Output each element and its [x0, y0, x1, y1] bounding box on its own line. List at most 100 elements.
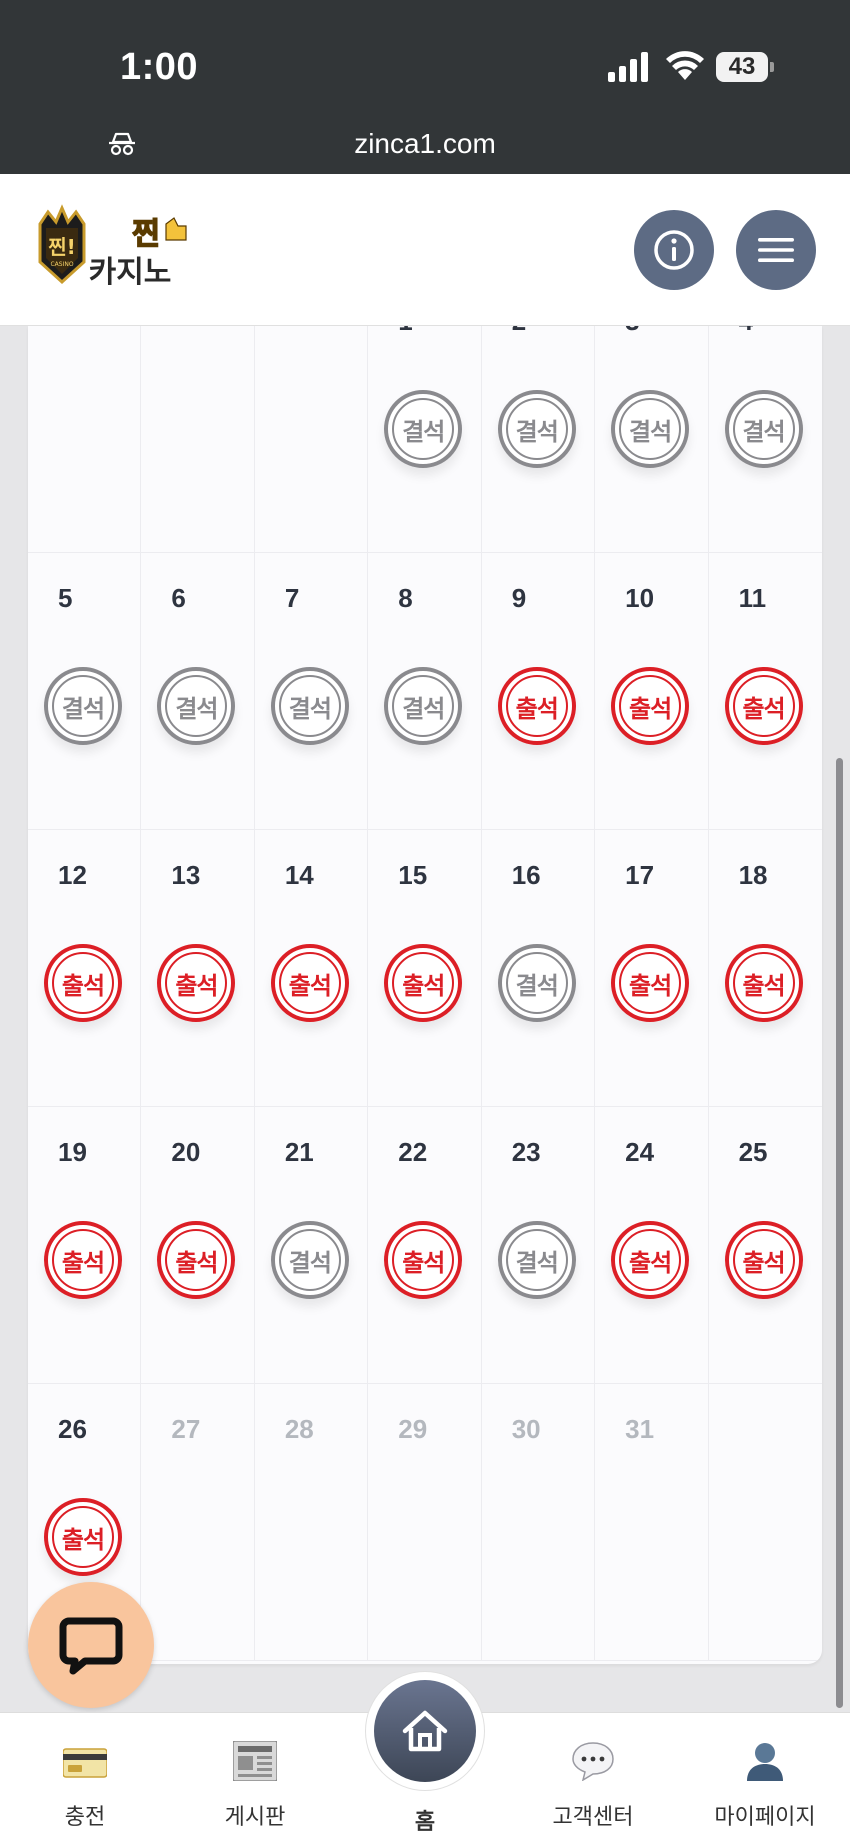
- day-number: 24: [625, 1137, 655, 1167]
- calendar-day-14: 14 출석: [254, 830, 369, 1107]
- attendance-stamp-absent: 결석: [270, 667, 349, 745]
- status-time: 1:00: [120, 46, 199, 88]
- user-profile-icon: [747, 1743, 783, 1781]
- attendance-stamp-present: 출석: [157, 944, 236, 1022]
- nav-board[interactable]: 게시판: [180, 1713, 330, 1848]
- attendance-stamp-present: 출석: [611, 1221, 690, 1299]
- nav-support-label: 고객센터: [552, 1804, 634, 1829]
- site-logo[interactable]: 찐! CASINO 찐 카지노: [34, 204, 204, 296]
- calendar-day-5: 5 결석: [28, 553, 142, 830]
- chat-button[interactable]: [28, 1582, 154, 1708]
- day-number: 19: [58, 1137, 87, 1167]
- calendar-day-10: 10 출석: [595, 553, 709, 830]
- calendar-day-4: 4 결석: [708, 326, 822, 553]
- calendar-day-7: 7 결석: [254, 553, 369, 830]
- calendar-day-27: 27: [141, 1384, 255, 1661]
- home-icon: [402, 1710, 448, 1752]
- day-number: 3: [625, 326, 639, 337]
- nav-home-button[interactable]: [366, 1672, 484, 1790]
- day-number: 25: [738, 1137, 768, 1167]
- svg-text:CASINO: CASINO: [50, 261, 73, 268]
- calendar-day-2: 2 결석: [481, 326, 596, 553]
- chat-bubble-icon: [59, 1617, 123, 1675]
- attendance-stamp-present: 출석: [384, 1221, 463, 1299]
- calendar-day-empty: [708, 1384, 822, 1661]
- day-number: 20: [171, 1137, 201, 1167]
- attendance-stamp-present: 출석: [724, 1221, 803, 1299]
- attendance-stamp-present: 출석: [611, 944, 690, 1022]
- calendar-day-20: 20 출석: [141, 1107, 255, 1384]
- page-scrollbar[interactable]: [836, 758, 843, 1708]
- day-number: 12: [58, 860, 87, 890]
- calendar-day-empty: [254, 326, 369, 553]
- nav-charge[interactable]: 충전: [10, 1713, 160, 1848]
- attendance-stamp-present: 출석: [44, 1221, 122, 1299]
- site-header: 찐! CASINO 찐 카지노: [0, 174, 850, 326]
- credit-card-icon: [63, 1748, 107, 1778]
- attendance-stamp-absent: 결석: [157, 667, 236, 745]
- day-number: 26: [58, 1414, 87, 1444]
- nav-support[interactable]: 고객센터: [518, 1713, 668, 1848]
- attendance-stamp-present: 출석: [724, 667, 803, 745]
- attendance-stamp-absent: 결석: [384, 390, 463, 468]
- menu-button[interactable]: [736, 210, 816, 290]
- day-number: 18: [738, 860, 768, 890]
- day-number: 23: [511, 1137, 541, 1167]
- calendar-day-30: 30: [481, 1384, 596, 1661]
- nav-charge-label: 충전: [64, 1804, 106, 1829]
- calendar-day-17: 17 출석: [595, 830, 709, 1107]
- calendar-day-18: 18 출석: [708, 830, 822, 1107]
- cellular-signal-icon: [608, 52, 648, 82]
- attendance-stamp-absent: 결석: [497, 1221, 576, 1299]
- nav-home-label: 홈: [414, 1809, 436, 1834]
- info-button[interactable]: [634, 210, 714, 290]
- day-number: 10: [625, 583, 655, 613]
- address-bar-url[interactable]: zinca1.com: [0, 128, 850, 160]
- day-number: 8: [398, 583, 413, 613]
- calendar-day-13: 13 출석: [141, 830, 255, 1107]
- day-number: 11: [738, 583, 767, 613]
- info-icon: [654, 230, 694, 270]
- attendance-stamp-absent: 결석: [44, 667, 122, 745]
- attendance-stamp-present: 출석: [497, 667, 576, 745]
- calendar-day-11: 11 출석: [708, 553, 822, 830]
- day-number: 7: [284, 583, 300, 613]
- attendance-stamp-present: 출석: [270, 944, 349, 1022]
- day-number: 31: [625, 1414, 655, 1444]
- day-number: 21: [284, 1137, 314, 1167]
- attendance-stamp-present: 출석: [384, 944, 463, 1022]
- hamburger-menu-icon: [758, 238, 794, 262]
- calendar-day-empty: [141, 326, 255, 553]
- day-number: 30: [511, 1414, 541, 1444]
- attendance-stamp-present: 출석: [44, 944, 122, 1022]
- day-number: 28: [284, 1414, 314, 1444]
- calendar-day-24: 24 출석: [595, 1107, 709, 1384]
- calendar-day-12: 12 출석: [28, 830, 142, 1107]
- calendar-day-22: 22 출석: [368, 1107, 482, 1384]
- day-number: 29: [398, 1414, 428, 1444]
- day-number: 17: [625, 860, 655, 890]
- day-number: 27: [171, 1414, 201, 1444]
- wifi-icon: [666, 51, 704, 80]
- calendar-grid: 1결석2결석3결석4결석5결석6결석7결석8결석9출석10출석11출석12출석1…: [28, 326, 822, 1661]
- calendar-day-21: 21 결석: [254, 1107, 369, 1384]
- calendar-day-25: 25 출석: [708, 1107, 822, 1384]
- day-number: 1: [398, 326, 412, 337]
- calendar-day-1: 1 결석: [368, 326, 482, 553]
- calendar-day-23: 23 결석: [481, 1107, 596, 1384]
- calendar-day-31: 31: [595, 1384, 709, 1661]
- attendance-calendar: 1결석2결석3결석4결석5결석6결석7결석8결석9출석10출석11출석12출석1…: [28, 326, 822, 1664]
- nav-mypage[interactable]: 마이페이지: [690, 1713, 840, 1848]
- calendar-day-28: 28: [254, 1384, 369, 1661]
- day-number: 22: [398, 1137, 428, 1167]
- svg-text:찐: 찐: [132, 217, 160, 252]
- calendar-day-15: 15 출석: [368, 830, 482, 1107]
- svg-text:찐!: 찐!: [48, 235, 76, 259]
- attendance-stamp-absent: 결석: [384, 667, 463, 745]
- attendance-stamp-present: 출석: [611, 667, 690, 745]
- calendar-day-empty: [28, 326, 142, 553]
- newspaper-icon: [233, 1741, 277, 1781]
- nav-board-label: 게시판: [224, 1804, 286, 1829]
- calendar-day-19: 19 출석: [28, 1107, 142, 1384]
- attendance-stamp-absent: 결석: [497, 390, 576, 468]
